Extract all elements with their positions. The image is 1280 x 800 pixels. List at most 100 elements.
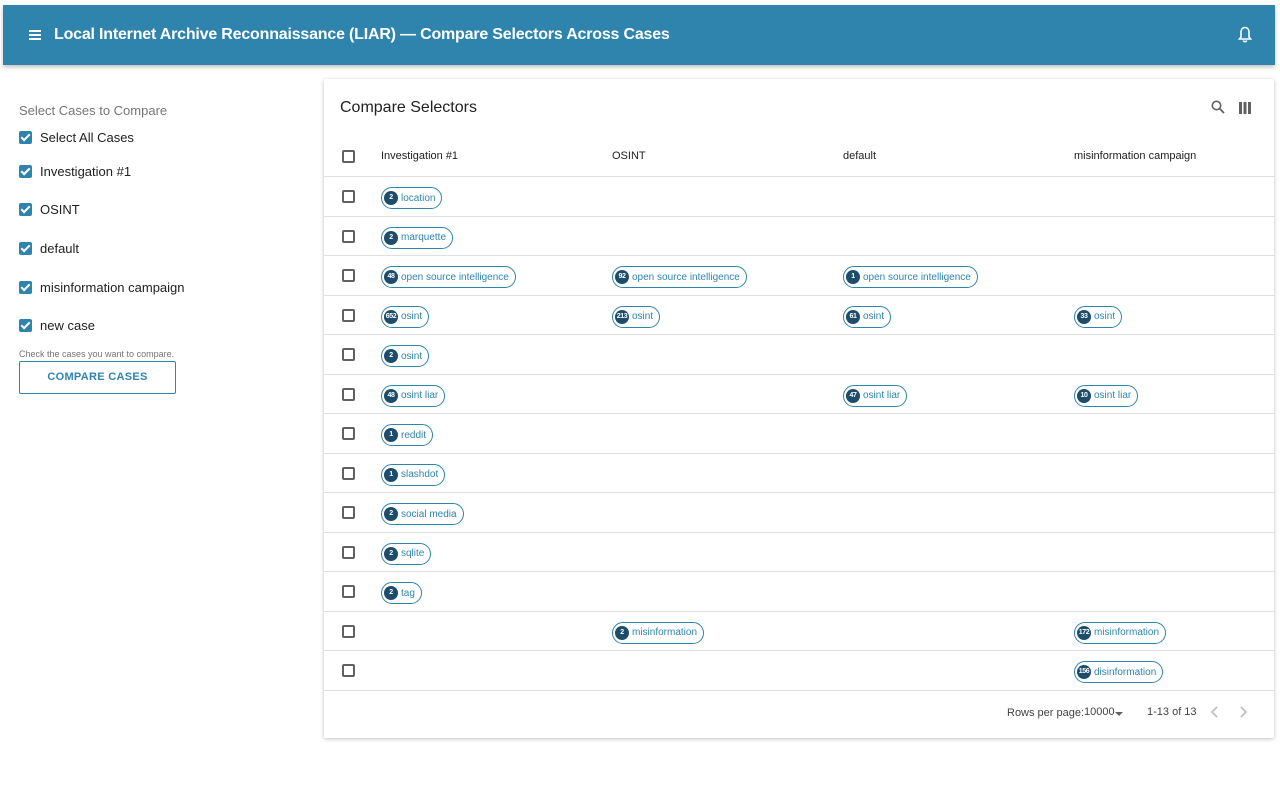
row-checkbox[interactable] — [342, 269, 355, 282]
dropdown-caret-icon[interactable] — [1115, 712, 1123, 716]
case-checkbox[interactable] — [19, 164, 32, 178]
table-cell: 2 tag — [381, 581, 422, 604]
chevron-left-icon[interactable] — [1210, 705, 1220, 719]
case-checkbox[interactable] — [19, 203, 32, 217]
selector-chip[interactable]: 652 osint — [381, 305, 430, 328]
selector-chip[interactable]: 2 tag — [381, 582, 422, 604]
selector-chip[interactable]: 33 osint — [1074, 305, 1123, 328]
selector-label: osint — [863, 311, 885, 322]
case-label: OSINT — [40, 202, 80, 218]
selector-count-badge: 213 — [615, 309, 629, 324]
selector-chip[interactable]: 48 open source intelligence — [381, 266, 516, 288]
selector-chip[interactable]: 92 open source intelligence — [612, 266, 747, 288]
selector-count-badge: 1 — [846, 270, 860, 284]
notification-bell-icon[interactable] — [1237, 26, 1253, 44]
column-header[interactable]: misinformation campaign — [1074, 150, 1196, 162]
selector-chip[interactable]: 2 location — [381, 187, 443, 209]
row-checkbox[interactable] — [342, 624, 355, 638]
case-item[interactable]: default — [19, 229, 309, 268]
case-item[interactable]: Investigation #1 — [19, 152, 309, 191]
selector-chip[interactable]: 156 disinformation — [1074, 661, 1164, 683]
selector-chip[interactable]: 47 osint liar — [843, 384, 908, 407]
table-row: 652 osint 213 osint 61 osint 33 osint — [324, 296, 1274, 335]
case-item[interactable]: OSINT — [19, 191, 309, 230]
selector-chip[interactable]: 2 sqlite — [381, 542, 432, 565]
column-header[interactable]: default — [843, 150, 876, 162]
row-checkbox[interactable] — [342, 190, 355, 203]
case-label: misinformation campaign — [40, 279, 185, 295]
table-cell: 652 osint — [381, 305, 430, 328]
case-label: default — [40, 240, 80, 256]
selector-count-badge: 156 — [1077, 665, 1091, 679]
table-cell: 1 open source intelligence — [843, 265, 978, 288]
selector-label: open source intelligence — [401, 271, 509, 283]
compare-cases-button[interactable]: COMPARE CASES — [19, 360, 176, 394]
case-checkbox[interactable] — [19, 280, 32, 294]
selector-chip[interactable]: 2 social media — [381, 503, 464, 525]
rows-per-page-select[interactable]: 10000 — [1084, 706, 1115, 718]
case-checkbox[interactable] — [19, 241, 32, 255]
table-cell: 2 misinformation — [612, 621, 705, 644]
selector-chip[interactable]: 2 osint — [381, 345, 430, 367]
chevron-right-icon[interactable] — [1238, 705, 1248, 719]
search-icon[interactable] — [1211, 100, 1225, 114]
column-header[interactable]: OSINT — [612, 150, 646, 162]
selector-chip[interactable]: 213 osint — [612, 305, 661, 328]
selector-count-badge: 48 — [384, 388, 398, 403]
selector-chip[interactable]: 1 reddit — [381, 424, 434, 446]
case-checkbox[interactable] — [19, 130, 32, 144]
row-checkbox[interactable] — [342, 387, 355, 401]
table-row: 2 location — [324, 177, 1274, 217]
table-cell: 48 open source intelligence — [381, 265, 516, 288]
selector-count-badge: 2 — [384, 546, 398, 561]
table-cell: 10 osint liar — [1074, 384, 1139, 407]
row-checkbox[interactable] — [342, 348, 355, 361]
selector-count-badge: 2 — [615, 625, 629, 640]
selector-count-badge: 652 — [384, 309, 398, 324]
selector-chip[interactable]: 172 misinformation — [1074, 621, 1167, 644]
column-header[interactable]: Investigation #1 — [381, 150, 458, 162]
table-row: 2 osint — [324, 335, 1274, 375]
selector-label: osint — [1094, 311, 1116, 322]
row-checkbox[interactable] — [342, 308, 355, 322]
selector-label: osint liar — [863, 390, 901, 401]
case-checkbox[interactable] — [19, 319, 32, 333]
selector-chip[interactable]: 1 slashdot — [381, 463, 446, 486]
row-checkbox[interactable] — [342, 427, 355, 440]
row-checkbox[interactable] — [342, 585, 355, 598]
selector-label: location — [401, 192, 436, 204]
case-item[interactable]: new case — [19, 306, 309, 345]
hamburger-menu-icon[interactable] — [29, 30, 41, 40]
case-list: Select All Cases Investigation #1 OSINT def… — [19, 122, 309, 345]
row-checkbox[interactable] — [342, 545, 355, 559]
selector-chip[interactable]: 1 open source intelligence — [843, 266, 978, 288]
row-checkbox[interactable] — [342, 229, 355, 243]
page-range: 1-13 of 13 — [1147, 706, 1197, 718]
select-all-rows-checkbox[interactable] — [342, 150, 355, 163]
table-row: 2 tag — [324, 572, 1274, 612]
selector-count-badge: 92 — [615, 270, 629, 284]
selector-chip[interactable]: 61 osint — [843, 305, 892, 328]
selector-chip[interactable]: 10 osint liar — [1074, 384, 1139, 407]
row-checkbox[interactable] — [342, 664, 355, 677]
row-checkbox[interactable] — [342, 466, 355, 480]
selector-chip[interactable]: 2 marquette — [381, 226, 454, 249]
table-cell: 2 marquette — [381, 226, 454, 249]
card-title: Compare Selectors — [340, 99, 477, 116]
compare-table: Investigation #1 OSINT default misinform… — [324, 137, 1274, 691]
selector-chip[interactable]: 48 osint liar — [381, 384, 446, 407]
selector-label: disinformation — [1094, 666, 1157, 678]
table-cell: 172 misinformation — [1074, 621, 1167, 644]
table-row: 1 slashdot — [324, 454, 1274, 493]
select-all-cases-item[interactable]: Select All Cases — [19, 122, 309, 152]
table-cell: 2 sqlite — [381, 542, 432, 565]
selector-count-badge: 2 — [384, 191, 398, 205]
view-columns-icon[interactable] — [1239, 102, 1251, 114]
selector-label: osint — [401, 350, 423, 362]
row-checkbox[interactable] — [342, 506, 355, 519]
table-body: 2 location 2 marquette 48 open source intelli… — [324, 177, 1274, 691]
case-label: Investigation #1 — [40, 163, 132, 179]
selector-count-badge: 2 — [384, 507, 398, 521]
selector-chip[interactable]: 2 misinformation — [612, 621, 705, 644]
case-item[interactable]: misinformation campaign — [19, 268, 309, 307]
